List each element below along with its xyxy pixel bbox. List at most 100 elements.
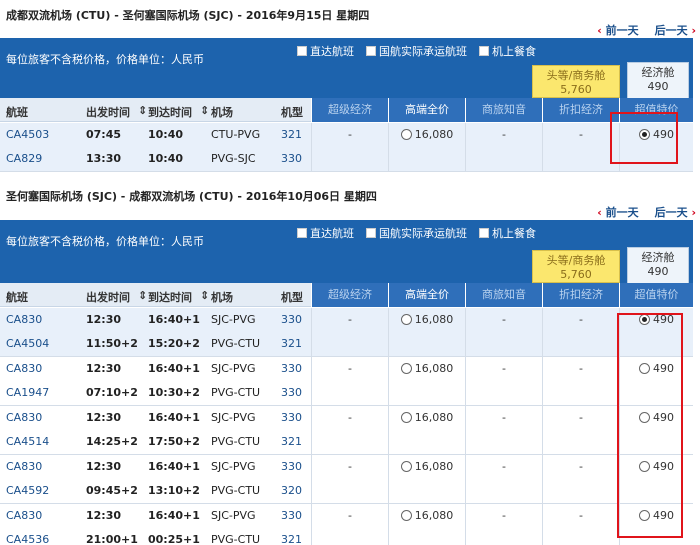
discount-economy-price-cell: -	[542, 123, 619, 172]
super-economy-price: -	[348, 509, 352, 522]
aircraft-type-link[interactable]: 330	[281, 411, 302, 424]
header-depart[interactable]: 出发时间	[86, 289, 130, 305]
flight-leg: CA4504 11:50+2 15:20+2 PVG-CTU 321	[0, 332, 310, 356]
flight-number-link[interactable]: CA4592	[6, 484, 49, 497]
fare-header-1[interactable]: 高端全价	[388, 283, 465, 307]
route-title: 成都双流机场 (CTU) - 圣何塞国际机场 (SJC) - 2016年9月15…	[6, 9, 370, 22]
sort-icon[interactable]: ⇕	[200, 104, 209, 117]
flight-number-link[interactable]: CA830	[6, 460, 42, 473]
filter-label: 直达航班	[310, 45, 354, 58]
fare-radio-button[interactable]	[400, 412, 412, 423]
fare-header-4[interactable]: 超值特价	[619, 283, 693, 307]
aircraft-type-link[interactable]: 330	[281, 362, 302, 375]
prev-day-link[interactable]: ‹ 前一天	[597, 24, 638, 37]
fare-radio-button[interactable]	[400, 129, 412, 140]
flight-option-row: CA830 12:30 16:40+1 SJC-PVG 330 CA4504 11:50+2…	[0, 308, 693, 357]
next-day-link[interactable]: 后一天 ›	[655, 206, 696, 219]
departure-time: 12:30	[86, 509, 122, 522]
flight-option-row: CA830 12:30 16:40+1 SJC-PVG 330 CA4536 21:00+1…	[0, 504, 693, 545]
header-type: 机型	[281, 291, 303, 304]
fare-header-3[interactable]: 折扣经济	[542, 283, 619, 307]
aircraft-type-link[interactable]: 320	[281, 484, 302, 497]
full-price: 16,080	[414, 128, 454, 141]
cabin-tab-first-business[interactable]: 头等/商务舱 5,760	[532, 250, 620, 283]
sort-icon[interactable]: ⇕	[138, 104, 147, 117]
flight-number-link[interactable]: CA4504	[6, 337, 49, 350]
flight-number-link[interactable]: CA4503	[6, 128, 49, 141]
aircraft-type-link[interactable]: 330	[281, 386, 302, 399]
flight-number-link[interactable]: CA830	[6, 313, 42, 326]
aircraft-type-link[interactable]: 321	[281, 435, 302, 448]
checkbox[interactable]	[297, 46, 307, 56]
business-traveler-price: -	[502, 460, 506, 473]
filter-option[interactable]: 机上餐食	[479, 227, 536, 240]
cabin-tab-economy[interactable]: 经济舱 490	[627, 62, 689, 98]
filter-option[interactable]: 国航实际承运航班	[366, 227, 467, 240]
discount-economy-price-cell: -	[542, 406, 619, 455]
filter-option[interactable]: 直达航班	[297, 227, 354, 240]
price-note: 每位旅客不含税价格，价格单位：人民币	[6, 53, 204, 66]
fare-radio-button[interactable]	[400, 363, 412, 374]
fare-header-0[interactable]: 超级经济	[311, 98, 388, 122]
cabin-tab-economy[interactable]: 经济舱 490	[627, 247, 689, 283]
aircraft-type-link[interactable]: 330	[281, 460, 302, 473]
aircraft-type-link[interactable]: 321	[281, 533, 302, 545]
flight-number-link[interactable]: CA830	[6, 362, 42, 375]
fare-radio-button[interactable]	[400, 314, 412, 325]
discount-economy-price-cell: -	[542, 308, 619, 357]
prev-day-link[interactable]: ‹ 前一天	[597, 206, 638, 219]
flight-leg: CA4536 21:00+1 00:25+1 PVG-CTU 321	[0, 528, 310, 545]
fare-radio-button[interactable]	[400, 461, 412, 472]
aircraft-type-link[interactable]: 330	[281, 509, 302, 522]
filter-label: 机上餐食	[492, 45, 536, 58]
route: PVG-SJC	[211, 152, 256, 165]
checkbox[interactable]	[479, 228, 489, 238]
fare-radio-button[interactable]	[400, 510, 412, 521]
checkbox[interactable]	[297, 228, 307, 238]
flight-number-link[interactable]: CA1947	[6, 386, 49, 399]
route: PVG-CTU	[211, 435, 261, 448]
aircraft-type-link[interactable]: 321	[281, 337, 302, 350]
column-header-row: 航班 出发时间 ⇕ 到达时间 ⇕ 机场 机型 超级经济 高端全价 商旅知音 折扣经济 超值特价	[0, 283, 693, 307]
arrival-time: 00:25+1	[148, 533, 200, 545]
arrival-time: 16:40+1	[148, 460, 200, 473]
super-economy-price-cell: -	[311, 455, 388, 504]
filter-option[interactable]: 国航实际承运航班	[366, 45, 467, 58]
header-depart[interactable]: 出发时间	[86, 104, 130, 120]
route: SJC-PVG	[211, 362, 256, 375]
sort-icon[interactable]: ⇕	[138, 289, 147, 302]
flight-number-link[interactable]: CA830	[6, 411, 42, 424]
header-arrive[interactable]: 到达时间	[148, 289, 192, 305]
header-airport: 机场	[211, 291, 233, 304]
business-traveler-price: -	[502, 411, 506, 424]
aircraft-type-link[interactable]: 321	[281, 128, 302, 141]
fare-header-2[interactable]: 商旅知音	[465, 98, 542, 122]
flight-number-link[interactable]: CA829	[6, 152, 42, 165]
cabin-tab-first-business[interactable]: 头等/商务舱 5,760	[532, 65, 620, 98]
filter-option[interactable]: 机上餐食	[479, 45, 536, 58]
full-price: 16,080	[414, 362, 454, 375]
flight-option-row: CA830 12:30 16:40+1 SJC-PVG 330 CA4514 14:25+2…	[0, 406, 693, 455]
aircraft-type-link[interactable]: 330	[281, 313, 302, 326]
filter-label: 机上餐食	[492, 227, 536, 240]
header-flight: 航班	[6, 106, 28, 119]
flight-number-link[interactable]: CA830	[6, 509, 42, 522]
next-day-link[interactable]: 后一天 ›	[655, 24, 696, 37]
fare-header-1[interactable]: 高端全价	[388, 98, 465, 122]
aircraft-type-link[interactable]: 330	[281, 152, 302, 165]
flight-leg: CA4514 14:25+2 17:50+2 PVG-CTU 321	[0, 430, 310, 454]
fare-header-2[interactable]: 商旅知音	[465, 283, 542, 307]
header-arrive[interactable]: 到达时间	[148, 104, 192, 120]
fare-header-3[interactable]: 折扣经济	[542, 98, 619, 122]
checkbox[interactable]	[479, 46, 489, 56]
business-traveler-price-cell: -	[465, 357, 542, 406]
checkbox[interactable]	[366, 228, 376, 238]
discount-economy-price-cell: -	[542, 357, 619, 406]
flight-number-link[interactable]: CA4536	[6, 533, 49, 545]
flight-number-link[interactable]: CA4514	[6, 435, 49, 448]
sort-icon[interactable]: ⇕	[200, 289, 209, 302]
business-traveler-price: -	[502, 509, 506, 522]
filter-option[interactable]: 直达航班	[297, 45, 354, 58]
fare-header-0[interactable]: 超级经济	[311, 283, 388, 307]
checkbox[interactable]	[366, 46, 376, 56]
